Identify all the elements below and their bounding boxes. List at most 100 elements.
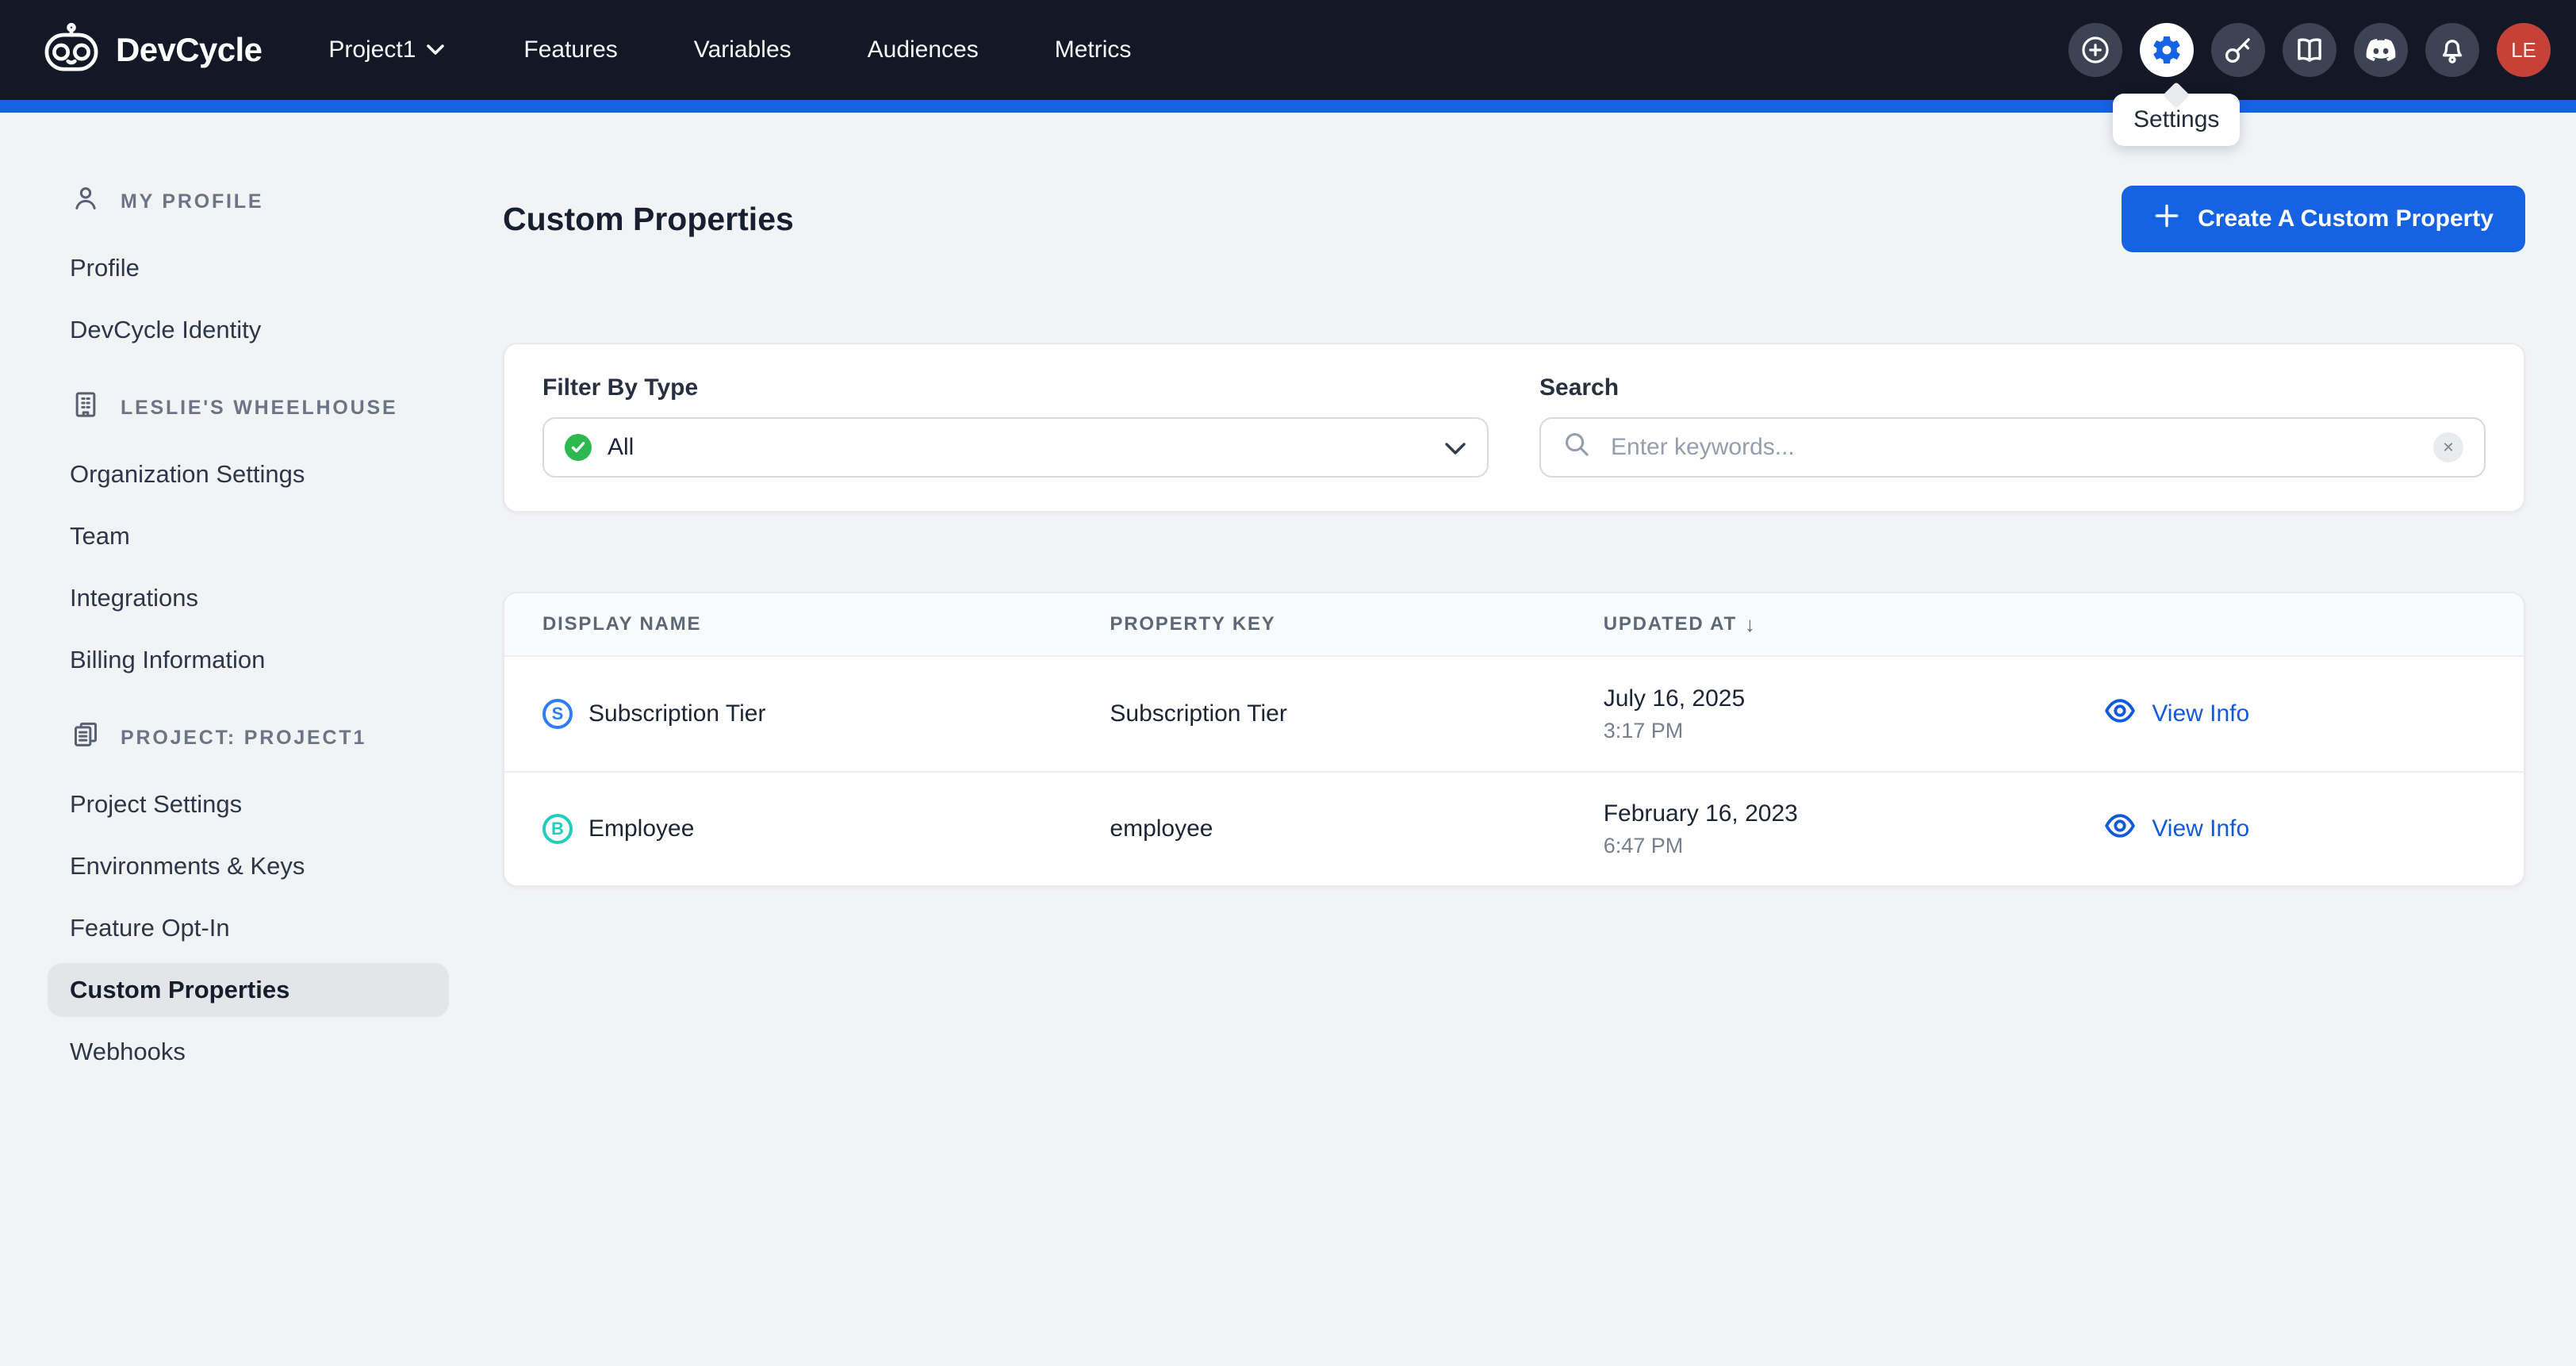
main-content: Custom Properties Create A Custom Proper… bbox=[476, 113, 2576, 1366]
sidebar-item-billing-information[interactable]: Billing Information bbox=[48, 633, 449, 687]
create-plus-button[interactable] bbox=[2068, 23, 2122, 77]
gear-icon bbox=[2150, 33, 2183, 67]
updated-date: July 16, 2025 bbox=[1604, 685, 2103, 712]
sidebar-item-webhooks[interactable]: Webhooks bbox=[48, 1025, 449, 1079]
string-type-icon: S bbox=[542, 699, 573, 729]
search-icon bbox=[1562, 429, 1592, 466]
sidebar-item-custom-properties[interactable]: Custom Properties bbox=[48, 963, 449, 1017]
clipboard-icon bbox=[70, 719, 102, 757]
filter-by-type-field: Filter By Type All bbox=[542, 374, 1489, 478]
column-header-updated-at[interactable]: UPDATED AT ↓ bbox=[1604, 612, 2103, 637]
sidebar-item-environments-keys[interactable]: Environments & Keys bbox=[48, 839, 449, 893]
eye-icon bbox=[2103, 693, 2137, 735]
notifications-button[interactable] bbox=[2425, 23, 2479, 77]
updated-at-cell: February 16, 2023 6:47 PM bbox=[1604, 800, 2103, 858]
devcycle-logo[interactable]: DevCycle bbox=[41, 22, 262, 78]
key-icon bbox=[2221, 33, 2255, 67]
create-custom-property-button[interactable]: Create A Custom Property bbox=[2122, 186, 2525, 252]
sidebar-item-integrations[interactable]: Integrations bbox=[48, 571, 449, 625]
view-info-link[interactable]: View Info bbox=[2103, 808, 2486, 850]
column-header-display-name[interactable]: DISPLAY NAME bbox=[542, 613, 1110, 635]
updated-at-cell: July 16, 2025 3:17 PM bbox=[1604, 685, 2103, 743]
sidebar-section-my-profile: MY PROFILE Profile DevCycle Identity bbox=[48, 182, 449, 357]
updated-time: 6:47 PM bbox=[1604, 834, 2103, 858]
sidebar-item-team[interactable]: Team bbox=[48, 509, 449, 563]
sidebar-section-title: LESLIE'S WHEELHOUSE bbox=[121, 397, 397, 420]
plus-icon bbox=[2153, 202, 2180, 236]
sidebar-section-title: PROJECT: PROJECT1 bbox=[121, 727, 366, 750]
sidebar-section-title: MY PROFILE bbox=[121, 190, 263, 213]
updated-time: 3:17 PM bbox=[1604, 719, 2103, 743]
tooltip-label: Settings bbox=[2133, 106, 2219, 132]
logo-wordmark: DevCycle bbox=[116, 31, 262, 69]
sidebar-item-feature-opt-in[interactable]: Feature Opt-In bbox=[48, 901, 449, 955]
filter-type-dropdown[interactable]: All bbox=[542, 417, 1489, 478]
display-name-cell: B Employee bbox=[542, 814, 1110, 844]
sidebar-section-header: LESLIE'S WHEELHOUSE bbox=[48, 389, 449, 427]
column-header-property-key[interactable]: PROPERTY KEY bbox=[1110, 613, 1603, 635]
table-row[interactable]: S Subscription Tier Subscription Tier Ju… bbox=[504, 657, 2524, 771]
user-icon bbox=[70, 182, 102, 221]
sidebar-section-project: PROJECT: PROJECT1 Project Settings Envir… bbox=[48, 719, 449, 1079]
updated-date: February 16, 2023 bbox=[1604, 800, 2103, 827]
search-box: ✕ bbox=[1539, 417, 2486, 478]
custom-properties-table: DISPLAY NAME PROPERTY KEY UPDATED AT ↓ S… bbox=[503, 592, 2525, 887]
plus-circle-icon bbox=[2079, 33, 2112, 67]
nav-variables[interactable]: Variables bbox=[694, 36, 792, 63]
building-icon bbox=[70, 389, 102, 427]
book-icon bbox=[2293, 33, 2326, 67]
devcycle-app: DevCycle Project1 Features Variables Aud… bbox=[0, 0, 2576, 1366]
navbar-actions: LE bbox=[2068, 23, 2551, 77]
view-info-label: View Info bbox=[2152, 815, 2249, 842]
search-label: Search bbox=[1539, 374, 2486, 401]
property-key-cell: Subscription Tier bbox=[1110, 700, 1603, 727]
search-input[interactable] bbox=[1608, 432, 2417, 462]
filter-by-type-label: Filter By Type bbox=[542, 374, 1489, 401]
display-name-cell: S Subscription Tier bbox=[542, 699, 1110, 729]
display-name-text: Subscription Tier bbox=[588, 700, 765, 727]
chevron-down-icon bbox=[427, 44, 444, 56]
sidebar-item-organization-settings[interactable]: Organization Settings bbox=[48, 447, 449, 501]
sidebar-item-devcycle-identity[interactable]: DevCycle Identity bbox=[48, 303, 449, 357]
devcycle-robot-icon bbox=[41, 22, 102, 78]
bell-icon bbox=[2436, 33, 2469, 67]
documentation-button[interactable] bbox=[2283, 23, 2336, 77]
filter-type-value: All bbox=[608, 434, 634, 461]
check-circle-icon bbox=[565, 434, 592, 461]
sort-descending-icon: ↓ bbox=[1745, 612, 1757, 637]
settings-sidebar: MY PROFILE Profile DevCycle Identity LES… bbox=[0, 113, 476, 1366]
primary-nav: Features Variables Audiences Metrics bbox=[523, 36, 1131, 63]
page-header: Custom Properties Create A Custom Proper… bbox=[503, 186, 2525, 252]
page-title: Custom Properties bbox=[503, 201, 794, 238]
filter-card: Filter By Type All Search bbox=[503, 343, 2525, 512]
sidebar-section-header: MY PROFILE bbox=[48, 182, 449, 221]
table-header-row: DISPLAY NAME PROPERTY KEY UPDATED AT ↓ bbox=[504, 593, 2524, 657]
chevron-down-icon bbox=[1444, 433, 1466, 462]
api-keys-button[interactable] bbox=[2211, 23, 2265, 77]
discord-button[interactable] bbox=[2354, 23, 2408, 77]
nav-features[interactable]: Features bbox=[523, 36, 617, 63]
property-key-cell: employee bbox=[1110, 815, 1603, 842]
project-selector-label: Project1 bbox=[328, 36, 416, 63]
view-info-label: View Info bbox=[2152, 700, 2249, 727]
eye-icon bbox=[2103, 808, 2137, 850]
user-avatar[interactable]: LE bbox=[2497, 23, 2551, 77]
display-name-text: Employee bbox=[588, 815, 694, 842]
table-row[interactable]: B Employee employee February 16, 2023 6:… bbox=[504, 771, 2524, 885]
nav-metrics[interactable]: Metrics bbox=[1055, 36, 1132, 63]
settings-tooltip: Settings bbox=[2113, 94, 2240, 146]
view-info-link[interactable]: View Info bbox=[2103, 693, 2486, 735]
create-button-label: Create A Custom Property bbox=[2198, 205, 2494, 232]
top-navbar: DevCycle Project1 Features Variables Aud… bbox=[0, 0, 2576, 100]
sidebar-item-project-settings[interactable]: Project Settings bbox=[48, 777, 449, 831]
project-selector[interactable]: Project1 bbox=[328, 36, 444, 63]
search-field: Search ✕ bbox=[1539, 374, 2486, 478]
nav-audiences[interactable]: Audiences bbox=[868, 36, 979, 63]
sidebar-section-header: PROJECT: PROJECT1 bbox=[48, 719, 449, 757]
discord-icon bbox=[2364, 37, 2398, 63]
sidebar-section-organization: LESLIE'S WHEELHOUSE Organization Setting… bbox=[48, 389, 449, 687]
sidebar-item-profile[interactable]: Profile bbox=[48, 241, 449, 295]
avatar-initials: LE bbox=[2511, 38, 2536, 63]
clear-search-button[interactable]: ✕ bbox=[2433, 432, 2463, 462]
settings-button[interactable] bbox=[2140, 23, 2194, 77]
